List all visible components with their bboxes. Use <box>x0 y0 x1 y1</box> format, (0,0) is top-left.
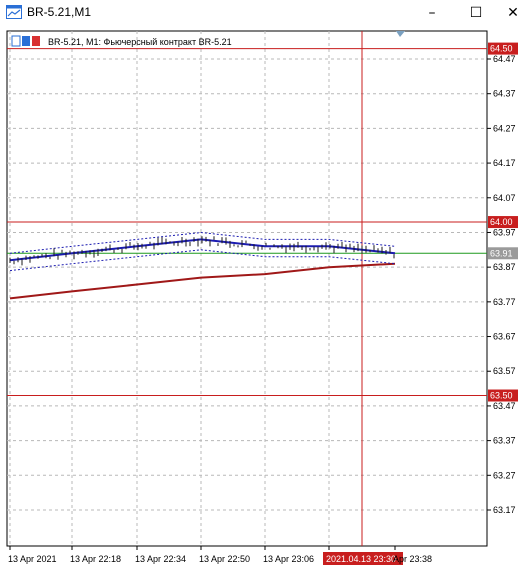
price-level-label: 63.50 <box>490 391 513 401</box>
price-tick-label: 63.57 <box>493 366 516 376</box>
price-level-label: 64.50 <box>490 44 513 54</box>
header-chart-icon <box>22 36 30 46</box>
price-tick-label: 64.07 <box>493 193 516 203</box>
price-tick-label: 63.87 <box>493 262 516 272</box>
price-axis: 64.47 64.37 64.27 64.17 64.07 63.97 63.87 63.77… <box>487 54 516 515</box>
price-tick-label: 64.47 <box>493 54 516 64</box>
header-book-icon <box>32 36 40 46</box>
chart-header-text: BR-5.21, M1: Фьючерсный контракт BR-5.21 <box>48 37 232 47</box>
price-tick-label: 63.47 <box>493 401 516 411</box>
price-tick-label: 64.37 <box>493 89 516 99</box>
time-tick-label: 13 Apr 23:06 <box>263 554 314 564</box>
price-tick-label: 63.37 <box>493 436 516 446</box>
time-axis: 13 Apr 2021 13 Apr 22:18 13 Apr 22:34 13 Ap… <box>8 546 432 565</box>
header-table-icon <box>11 35 21 47</box>
time-tick-label: Apr 23:38 <box>393 554 432 564</box>
price-chart[interactable]: 64.50 64.00 63.50 63.91 64.47 64.37 64.27 64.1… <box>0 0 532 573</box>
price-tick-label: 63.77 <box>493 297 516 307</box>
bid-price-label: 63.91 <box>490 248 513 258</box>
price-tick-label: 63.67 <box>493 332 516 342</box>
time-tick-label: 13 Apr 2021 <box>8 554 57 564</box>
time-tick-label: 13 Apr 22:50 <box>199 554 250 564</box>
price-tick-label: 63.27 <box>493 470 516 480</box>
price-level-label: 64.00 <box>490 217 513 227</box>
plot-area[interactable] <box>6 30 488 547</box>
price-tick-label: 64.17 <box>493 158 516 168</box>
price-tick-label: 64.27 <box>493 123 516 133</box>
price-tick-label: 63.17 <box>493 505 516 515</box>
price-tick-label: 63.97 <box>493 227 516 237</box>
time-tick-label: 2021.04.13 23:30 <box>326 554 396 564</box>
time-tick-label: 13 Apr 22:18 <box>70 554 121 564</box>
time-tick-label: 13 Apr 22:34 <box>135 554 186 564</box>
